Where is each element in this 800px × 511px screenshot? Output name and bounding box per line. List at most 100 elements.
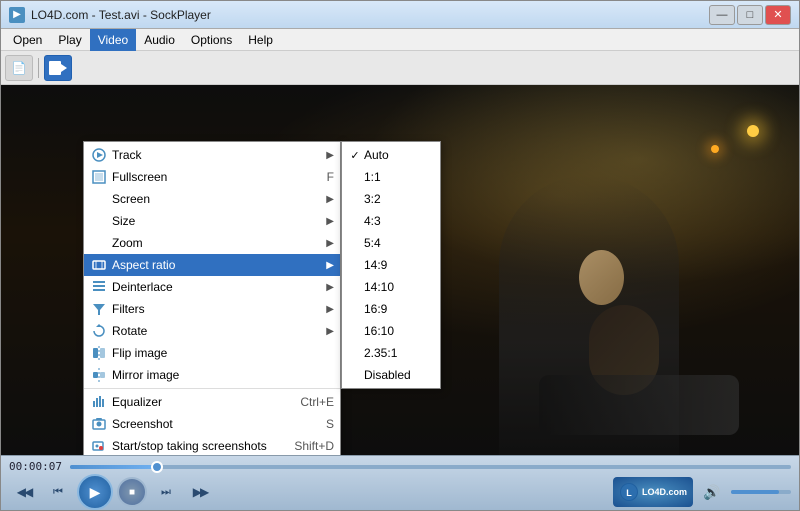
maximize-button[interactable]: □ bbox=[737, 5, 763, 25]
track-icon bbox=[90, 146, 108, 164]
zoom-icon bbox=[90, 234, 108, 252]
16-10-label: 16:10 bbox=[364, 324, 434, 338]
screenshot-icon bbox=[90, 415, 108, 433]
screenshot-label: Screenshot bbox=[112, 417, 306, 431]
zoom-arrow: ▶ bbox=[326, 238, 334, 249]
aspect-arrow: ▶ bbox=[326, 260, 334, 271]
aspect-5-4[interactable]: 5:4 bbox=[342, 232, 440, 254]
volume-icon[interactable]: 🔊 bbox=[697, 477, 727, 507]
rewind-button[interactable]: ◀◀ bbox=[9, 477, 39, 507]
14-9-label: 14:9 bbox=[364, 258, 434, 272]
toolbar-video-btn[interactable] bbox=[44, 55, 72, 81]
2-35-1-label: 2.35:1 bbox=[364, 346, 434, 360]
minimize-button[interactable]: — bbox=[709, 5, 735, 25]
mirror-label: Mirror image bbox=[112, 368, 334, 382]
fast-forward-button[interactable]: ▶▶ bbox=[185, 477, 215, 507]
close-button[interactable]: ✕ bbox=[765, 5, 791, 25]
1-1-label: 1:1 bbox=[364, 170, 434, 184]
aspect-1-1[interactable]: 1:1 bbox=[342, 166, 440, 188]
menu-help[interactable]: Help bbox=[240, 29, 281, 51]
volume-fill bbox=[731, 490, 779, 494]
screenshot-start-shortcut: Shift+D bbox=[294, 439, 334, 453]
screen-arrow: ▶ bbox=[326, 194, 334, 205]
screenshot-shortcut: S bbox=[326, 417, 334, 431]
menu-deinterlace[interactable]: Deinterlace ▶ bbox=[84, 276, 340, 298]
aspect-14-9[interactable]: 14:9 bbox=[342, 254, 440, 276]
filters-label: Filters bbox=[112, 302, 326, 316]
14-10-label: 14:10 bbox=[364, 280, 434, 294]
rotate-label: Rotate bbox=[112, 324, 326, 338]
toolbar-sep-1 bbox=[38, 58, 39, 78]
menu-size[interactable]: Size ▶ bbox=[84, 210, 340, 232]
screenshot-start-icon bbox=[90, 437, 108, 455]
3-2-label: 3:2 bbox=[364, 192, 434, 206]
menu-options[interactable]: Options bbox=[183, 29, 240, 51]
menu-flip[interactable]: Flip image bbox=[84, 342, 340, 364]
menu-screen[interactable]: Screen ▶ bbox=[84, 188, 340, 210]
equalizer-shortcut: Ctrl+E bbox=[300, 395, 334, 409]
progress-bar[interactable] bbox=[70, 465, 791, 469]
deinterlace-label: Deinterlace bbox=[112, 280, 326, 294]
prev-button[interactable]: ⏮ bbox=[43, 477, 73, 507]
video-area: Track ▶ Fullscreen F Screen ▶ Size ▶ bbox=[1, 85, 799, 455]
menu-play[interactable]: Play bbox=[50, 29, 89, 51]
disabled-label: Disabled bbox=[364, 368, 434, 382]
menu-open[interactable]: Open bbox=[5, 29, 50, 51]
menu-fullscreen[interactable]: Fullscreen F bbox=[84, 166, 340, 188]
screen-label: Screen bbox=[112, 192, 326, 206]
menu-equalizer[interactable]: Equalizer Ctrl+E bbox=[84, 391, 340, 413]
play-button[interactable]: ▶ bbox=[77, 474, 113, 510]
aspect-auto[interactable]: ✓ Auto bbox=[342, 144, 440, 166]
menu-video[interactable]: Video bbox=[90, 29, 136, 51]
menu-screenshot[interactable]: Screenshot S bbox=[84, 413, 340, 435]
menu-zoom[interactable]: Zoom ▶ bbox=[84, 232, 340, 254]
aspect-16-10[interactable]: 16:10 bbox=[342, 320, 440, 342]
filters-arrow: ▶ bbox=[326, 304, 334, 315]
aspect-2-35-1[interactable]: 2.35:1 bbox=[342, 342, 440, 364]
fullscreen-icon bbox=[90, 168, 108, 186]
equalizer-label: Equalizer bbox=[112, 395, 280, 409]
menu-audio[interactable]: Audio bbox=[136, 29, 183, 51]
main-window: ▶ LO4D.com - Test.avi - SockPlayer — □ ✕… bbox=[0, 0, 800, 511]
size-label: Size bbox=[112, 214, 326, 228]
toolbar-open-btn[interactable]: 📄 bbox=[5, 55, 33, 81]
aspect-ratio-submenu: ✓ Auto 1:1 3:2 4:3 5:4 14:9 bbox=[341, 141, 441, 389]
menu-aspect-ratio[interactable]: Aspect ratio ▶ bbox=[84, 254, 340, 276]
16-9-label: 16:9 bbox=[364, 302, 434, 316]
window-title: LO4D.com - Test.avi - SockPlayer bbox=[31, 8, 211, 22]
aspect-3-2[interactable]: 3:2 bbox=[342, 188, 440, 210]
size-arrow: ▶ bbox=[326, 216, 334, 227]
current-time: 00:00:07 bbox=[9, 460, 64, 473]
stop-button[interactable]: ■ bbox=[117, 477, 147, 507]
fullscreen-shortcut: F bbox=[327, 170, 334, 184]
menu-screenshot-start[interactable]: Start/stop taking screenshots Shift+D bbox=[84, 435, 340, 455]
mirror-icon bbox=[90, 366, 108, 384]
equalizer-icon bbox=[90, 393, 108, 411]
aspect-16-9[interactable]: 16:9 bbox=[342, 298, 440, 320]
menu-rotate[interactable]: Rotate ▶ bbox=[84, 320, 340, 342]
track-label: Track bbox=[112, 148, 326, 162]
menu-track[interactable]: Track ▶ bbox=[84, 144, 340, 166]
zoom-label: Zoom bbox=[112, 236, 326, 250]
app-icon: ▶ bbox=[9, 7, 25, 23]
next-button[interactable]: ⏭ bbox=[151, 477, 181, 507]
aspect-ratio-label: Aspect ratio bbox=[112, 258, 326, 272]
auto-checkmark: ✓ bbox=[348, 149, 362, 162]
aspect-disabled[interactable]: Disabled bbox=[342, 364, 440, 386]
aspect-14-10[interactable]: 14:10 bbox=[342, 276, 440, 298]
5-4-label: 5:4 bbox=[364, 236, 434, 250]
flip-label: Flip image bbox=[112, 346, 334, 360]
separator-1 bbox=[84, 388, 340, 389]
progress-thumb bbox=[151, 461, 163, 473]
volume-track[interactable] bbox=[731, 490, 791, 494]
control-bar: 00:00:07 ◀◀ ⏮ ▶ ■ ⏭ ▶▶ L LO4D.com 🔊 bbox=[1, 455, 799, 510]
deinterlace-icon bbox=[90, 278, 108, 296]
menu-filters[interactable]: Filters ▶ bbox=[84, 298, 340, 320]
menu-bar: Open Play Video Audio Options Help bbox=[1, 29, 799, 51]
aspect-4-3[interactable]: 4:3 bbox=[342, 210, 440, 232]
window-controls: — □ ✕ bbox=[709, 5, 791, 25]
progress-fill bbox=[70, 465, 157, 469]
menu-mirror[interactable]: Mirror image bbox=[84, 364, 340, 386]
video-dropdown-menu: Track ▶ Fullscreen F Screen ▶ Size ▶ bbox=[83, 141, 341, 455]
deinterlace-arrow: ▶ bbox=[326, 282, 334, 293]
